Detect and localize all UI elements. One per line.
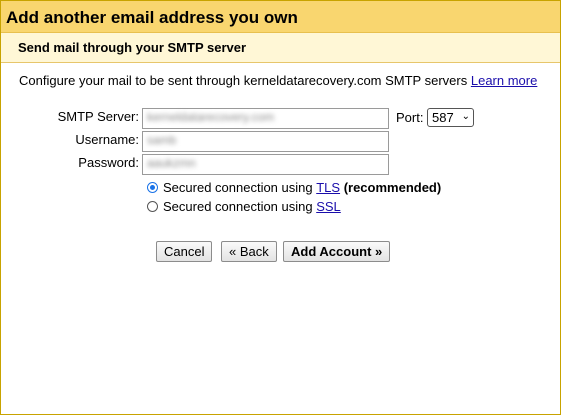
tls-recommended-text: (recommended) [343, 180, 442, 195]
password-input[interactable]: aaukzmn [142, 154, 389, 175]
chevron-down-icon: ⌄ [461, 111, 470, 122]
ssl-radio[interactable] [147, 201, 158, 212]
add-account-button[interactable]: Add Account » [283, 241, 391, 262]
smtp-server-input[interactable]: kerneldatarecovery.com [142, 108, 389, 129]
add-email-dialog: Add another email address you own Send m… [0, 0, 561, 415]
ssl-link[interactable]: SSL [316, 199, 341, 214]
username-value: samb [147, 133, 177, 147]
password-label: Password: [78, 155, 139, 170]
password-value: aaukzmn [147, 156, 196, 170]
username-label: Username: [75, 132, 139, 147]
port-value: 587 [432, 110, 454, 125]
tls-radio[interactable] [147, 182, 158, 193]
description-text: Configure your mail to be sent through k… [19, 73, 468, 88]
port-label: Port: [396, 110, 424, 125]
smtp-description: Configure your mail to be sent through k… [19, 73, 537, 88]
cancel-button[interactable]: Cancel [156, 241, 213, 262]
smtp-server-value: kerneldatarecovery.com [147, 110, 275, 124]
username-input[interactable]: samb [142, 131, 389, 152]
smtp-server-label: SMTP Server: [57, 109, 139, 124]
back-button[interactable]: « Back [221, 241, 277, 262]
tls-prefix-text: Secured connection using [163, 180, 317, 195]
tls-option[interactable]: Secured connection using TLS (recommende… [147, 180, 441, 195]
section-title: Send mail through your SMTP server [1, 33, 560, 63]
tls-link[interactable]: TLS [316, 180, 340, 195]
ssl-prefix-text: Secured connection using [163, 199, 317, 214]
ssl-option[interactable]: Secured connection using SSL [147, 199, 341, 214]
learn-more-link[interactable]: Learn more [471, 73, 537, 88]
port-select[interactable]: 587 ⌄ [427, 108, 474, 127]
dialog-title: Add another email address you own [1, 1, 560, 33]
